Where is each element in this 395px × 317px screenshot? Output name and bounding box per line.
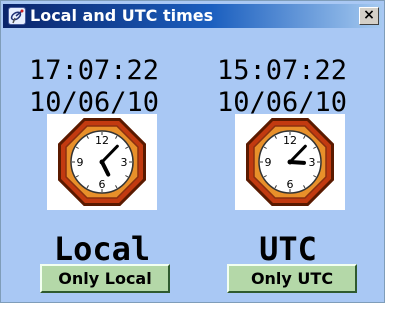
- clock-numeral: 6: [287, 178, 294, 191]
- utc-analog-clock: 12 3 6 9: [235, 114, 345, 210]
- utc-label: UTC: [259, 230, 317, 268]
- window-title: Local and UTC times: [30, 6, 214, 25]
- clock-numeral: 6: [99, 178, 106, 191]
- clock-numeral: 12: [95, 134, 109, 147]
- local-date-display: 10/06/10: [29, 87, 160, 118]
- only-local-button[interactable]: Only Local: [40, 264, 170, 293]
- close-button[interactable]: ×: [359, 7, 379, 25]
- clock-numeral: 12: [283, 134, 297, 147]
- title-bar[interactable]: Local and UTC times ×: [3, 4, 382, 28]
- clock-numeral: 9: [265, 156, 272, 169]
- utc-time-display: 15:07:22: [217, 55, 348, 86]
- local-label: Local: [53, 230, 151, 268]
- utc-date-display: 10/06/10: [217, 87, 348, 118]
- clock-numeral: 9: [77, 156, 84, 169]
- app-window: Local and UTC times × 17:07:22 10/06/10 …: [0, 0, 385, 303]
- local-analog-clock: 12 3 6 9: [47, 114, 157, 210]
- only-utc-button[interactable]: Only UTC: [227, 264, 357, 293]
- clock-numeral: 3: [121, 156, 128, 169]
- clock-hub: [99, 159, 105, 165]
- satellite-dish-icon[interactable]: [8, 7, 26, 25]
- clock-hub: [287, 159, 293, 165]
- local-time-display: 17:07:22: [29, 55, 160, 86]
- clock-numeral: 3: [309, 156, 316, 169]
